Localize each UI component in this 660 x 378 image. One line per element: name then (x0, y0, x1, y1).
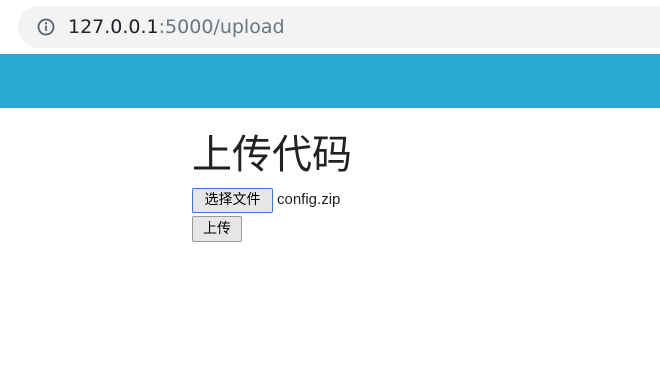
top-navbar (0, 54, 660, 108)
url-path: :5000/upload (158, 16, 285, 38)
selected-file-name: config.zip (277, 191, 341, 208)
page-title: 上传代码 (192, 132, 352, 178)
choose-file-button[interactable]: 选择文件 (192, 188, 273, 213)
upload-form: 上传代码 选择文件 config.zip 上传 (192, 126, 352, 242)
address-bar[interactable]: 127.0.0.1:5000/upload (18, 6, 660, 48)
upload-button[interactable]: 上传 (192, 216, 242, 242)
url-text[interactable]: 127.0.0.1:5000/upload (68, 15, 285, 39)
browser-toolbar: 127.0.0.1:5000/upload (0, 0, 660, 54)
url-host: 127.0.0.1 (68, 16, 159, 38)
info-icon[interactable] (37, 18, 55, 36)
